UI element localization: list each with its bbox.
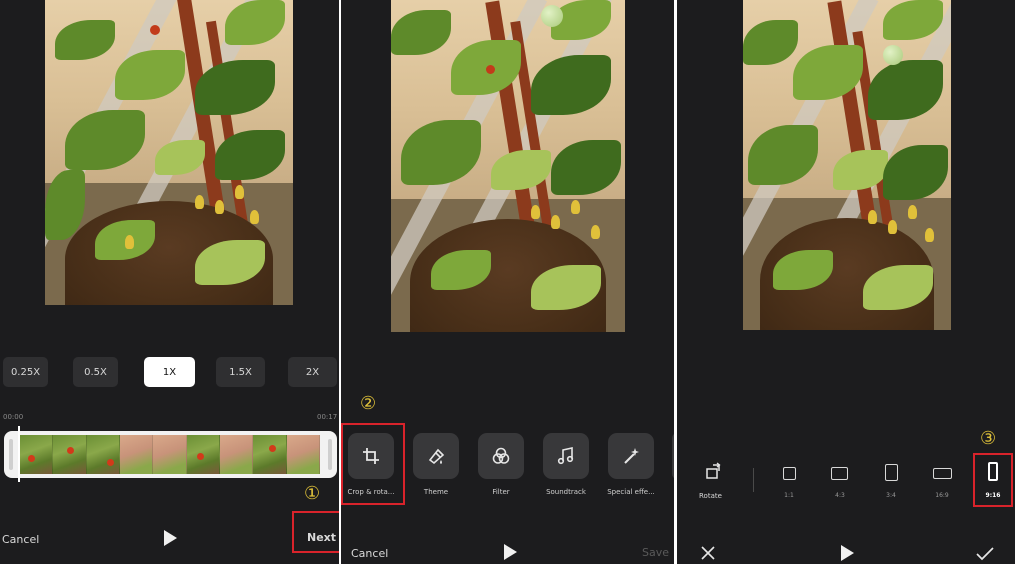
brush-icon <box>428 448 445 465</box>
trim-speed-screen: 0.25X 0.5X 1X 1.5X 2X 00:00 00:17 Cancel… <box>0 0 339 564</box>
trim-timeline[interactable] <box>4 431 337 478</box>
crop-highlight-box <box>341 423 405 505</box>
edit-tools-screen: Crop & rota... Theme Filter Soundtrack S… <box>341 0 674 564</box>
special-effects-tool-button[interactable] <box>608 433 654 479</box>
filter-tool-button[interactable] <box>478 433 524 479</box>
ratio-4-3-label: 4:3 <box>835 492 845 499</box>
ratio-1-1-icon[interactable] <box>783 467 796 480</box>
ratio-16-9-icon[interactable] <box>933 468 952 479</box>
start-timecode: 00:00 <box>3 413 24 421</box>
play-icon[interactable] <box>164 530 177 546</box>
more-tool-button[interactable] <box>672 433 674 479</box>
crop-rotate-screen: Rotate 1:1 4:3 3:4 16:9 9:16 ③ <box>677 0 1015 564</box>
theme-tool-button[interactable] <box>413 433 459 479</box>
video-preview <box>45 0 293 305</box>
checkmark-icon[interactable] <box>976 547 994 561</box>
special-effects-label: Special effe... <box>607 488 655 496</box>
playhead[interactable] <box>18 426 20 482</box>
ratio-16-9-label: 16:9 <box>935 492 949 499</box>
music-note-icon <box>557 447 574 465</box>
soundtrack-tool-button[interactable] <box>543 433 589 479</box>
video-preview <box>743 0 951 330</box>
step-marker-1: ① <box>304 483 321 504</box>
step-marker-2: ② <box>360 393 377 414</box>
ratio-1-1-label: 1:1 <box>784 492 794 499</box>
play-icon[interactable] <box>841 545 854 561</box>
magic-wand-icon <box>624 448 639 464</box>
end-timecode: 00:17 <box>317 413 338 421</box>
cancel-button[interactable]: Cancel <box>2 533 39 546</box>
filter-label: Filter <box>492 488 510 496</box>
save-button[interactable]: Save <box>642 546 669 559</box>
ratio-4-3-icon[interactable] <box>831 467 848 480</box>
rotate-label: Rotate <box>699 492 722 500</box>
speed-chip-0.25x[interactable]: 0.25X <box>3 357 48 387</box>
ratio-9-16-highlight-box <box>973 453 1013 507</box>
close-icon[interactable] <box>701 546 715 560</box>
soundtrack-label: Soundtrack <box>546 488 586 496</box>
step-marker-3: ③ <box>980 428 997 449</box>
video-preview <box>391 0 625 332</box>
toolbar-divider <box>753 468 754 492</box>
play-icon[interactable] <box>504 544 517 560</box>
cancel-button[interactable]: Cancel <box>351 547 388 560</box>
trim-handle-left[interactable] <box>9 439 13 470</box>
ratio-3-4-label: 3:4 <box>886 492 896 499</box>
frame-strip <box>20 435 320 474</box>
ratio-3-4-icon[interactable] <box>885 464 898 481</box>
trim-handle-right[interactable] <box>328 439 332 470</box>
rotate-icon[interactable] <box>704 462 724 482</box>
speed-chip-0.5x[interactable]: 0.5X <box>73 357 118 387</box>
speed-chip-1.5x[interactable]: 1.5X <box>216 357 265 387</box>
speed-chip-1x[interactable]: 1X <box>144 357 195 387</box>
speed-chip-2x[interactable]: 2X <box>288 357 337 387</box>
next-highlight-box <box>292 511 339 553</box>
theme-label: Theme <box>423 488 449 496</box>
filter-circles-icon <box>492 447 510 464</box>
